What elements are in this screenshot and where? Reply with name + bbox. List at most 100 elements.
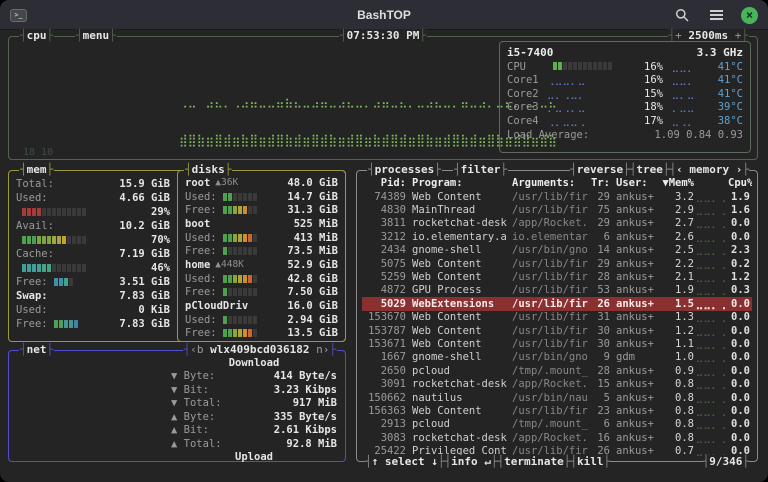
core-usage-graph bbox=[547, 61, 631, 73]
process-row[interactable]: 3811 rocketchat-desk/app/Rocket. 29 ankus+ 2… bbox=[362, 217, 752, 230]
process-row[interactable]: 5259 Web Content/usr/lib/fir 28 ankus+ 2.1 ⣀⣀… bbox=[362, 270, 752, 283]
stat-label: Total: bbox=[16, 178, 54, 190]
meter-block bbox=[242, 247, 247, 256]
stat-line: Used: 413 MiB bbox=[183, 231, 340, 245]
terminal-prompt-glyph: >_ bbox=[14, 10, 23, 19]
search-icon[interactable] bbox=[673, 6, 691, 24]
process-row[interactable]: 4830 MainThread/usr/lib/fir 75 ankus+ 2.9 ⣀⣀⡀… bbox=[362, 203, 752, 216]
process-row[interactable]: 4872 GPU Process/usr/lib/fir 53 ankus+ 1.9 ⣀⣀… bbox=[362, 284, 752, 297]
cell-mem: 1.3 bbox=[675, 311, 694, 324]
cell-mem: 0.8 bbox=[675, 391, 694, 404]
cell-mem: 2.2 bbox=[675, 257, 694, 270]
cell-cpu: 0.0 bbox=[731, 431, 750, 444]
process-row[interactable]: 1667 gnome-shell/usr/bin/gno 9 gdm 1.0 ⣀⣀⡀⢀ 0.… bbox=[362, 351, 752, 364]
process-row[interactable]: 5029 WebExtensions/usr/lib/fir 26 ankus+ 1.5… bbox=[362, 297, 752, 311]
meter-block bbox=[242, 288, 247, 297]
process-row[interactable]: 5075 Web Content/usr/lib/fir 29 ankus+ 2.2 ⣀⣀… bbox=[362, 257, 752, 270]
menu-icon[interactable] bbox=[707, 6, 725, 24]
cell-pid: 2650 bbox=[380, 364, 406, 377]
meter-block bbox=[237, 274, 242, 283]
process-row[interactable]: 2913 pcloud/tmp/.mount_ 6 ankus+ 0.8 ⣀⣀⡀⢀ 0.0 bbox=[362, 418, 752, 431]
meter-block bbox=[68, 320, 73, 328]
stat-line: root ▲36K 48.0 GiB bbox=[183, 176, 340, 190]
cpu-stat-row: Core4 ⢀⡀⣀⣀⢀ 17% ⣀⢀⡀ 38°C bbox=[507, 114, 743, 128]
net-prev-interface-button[interactable]: ‹b bbox=[190, 343, 203, 357]
process-row[interactable]: 153670 Web Content/usr/lib/fir 31 ankus+ 1.3… bbox=[362, 311, 752, 324]
stat-line: Used: 42.8 GiB bbox=[183, 272, 340, 286]
cell-pid: 5029 bbox=[380, 297, 406, 310]
meter-block bbox=[67, 236, 71, 244]
filter-button[interactable]: ┤ filter ├ bbox=[453, 163, 508, 177]
cell-args: /usr/bin/nau bbox=[512, 391, 588, 404]
meter-block bbox=[553, 61, 557, 70]
stat-value: 7.83 GiB bbox=[119, 290, 170, 302]
menu-button[interactable]: ┤ menu ├ bbox=[75, 29, 117, 43]
sort-prev-button[interactable]: ‹ bbox=[676, 163, 683, 176]
select-control[interactable]: ┤↑ select ↓├ bbox=[365, 455, 444, 469]
process-row[interactable]: 2650 pcloud/tmp/.mount_ 28 ankus+ 0.9 ⣀⣀⡀⢀ 0.0 bbox=[362, 364, 752, 377]
header-threads: Tr: bbox=[591, 177, 610, 189]
cell-user: ankus+ bbox=[616, 217, 654, 230]
info-button[interactable]: ┤info ↵├ bbox=[444, 455, 497, 469]
process-row[interactable]: 2434 gnome-shell/usr/bin/gno 14 ankus+ 2.5 ⣀⣀… bbox=[362, 244, 752, 257]
process-row[interactable]: 153787 Web Content/usr/lib/fir 30 ankus+ 1.2… bbox=[362, 324, 752, 337]
cell-mem: 0.8 bbox=[675, 418, 694, 431]
sort-field-selector[interactable]: ┤‹ memory ›├ bbox=[670, 163, 750, 177]
cell-cpu: 0.0 bbox=[731, 378, 750, 391]
process-row[interactable]: 3083 rocketchat-desk/app/Rocket. 16 ankus+ 0… bbox=[362, 431, 752, 444]
process-row[interactable]: 156363 Web Content/usr/lib/fir 23 ankus+ 0.8… bbox=[362, 404, 752, 417]
meter-block bbox=[222, 274, 227, 283]
cell-pid: 3091 bbox=[380, 378, 406, 391]
tree-view-button[interactable]: ┤tree├ bbox=[630, 163, 670, 177]
stat-line: 70% bbox=[14, 233, 172, 247]
meter-block bbox=[232, 329, 237, 338]
meter-block bbox=[227, 192, 232, 201]
net-next-interface-button[interactable]: n› bbox=[316, 343, 329, 357]
terminate-button[interactable]: ┤terminate├ bbox=[497, 455, 570, 469]
cpu-mini-graph: ⣀⣀⡀⢀ bbox=[695, 404, 727, 417]
core-temp-graph: ⡀⣀⣀ bbox=[671, 101, 695, 114]
cell-user: ankus+ bbox=[616, 204, 654, 217]
meter-block bbox=[58, 278, 63, 286]
meter-block bbox=[22, 236, 26, 244]
cpu-mini-graph: ⣀⣀⡀⢀ bbox=[695, 337, 727, 350]
stat-value: 73.5 MiB bbox=[287, 245, 338, 258]
cell-tr: 28 bbox=[597, 364, 610, 377]
meter-block bbox=[232, 288, 237, 297]
cell-mem: 1.5 bbox=[675, 297, 694, 310]
meter-block bbox=[27, 236, 31, 244]
process-row[interactable]: 3091 rocketchat-desk/app/Rocket. 15 ankus+ 0… bbox=[362, 377, 752, 390]
stat-label: Free: bbox=[185, 245, 217, 258]
cell-mem: 0.9 bbox=[675, 364, 694, 377]
stat-label: Used: bbox=[16, 192, 48, 204]
stat-value: 13.5 GiB bbox=[287, 327, 338, 340]
meter-block bbox=[227, 274, 232, 283]
cpu-frequency: 3.3 GHz bbox=[696, 46, 743, 59]
meter-block bbox=[583, 61, 587, 70]
core-temp-graph: ⣀⣀⡀ bbox=[671, 74, 695, 87]
core-temperature: 39°C bbox=[717, 101, 743, 114]
kill-button[interactable]: ┤kill├ bbox=[570, 455, 610, 469]
process-row[interactable]: 74389 Web Content/usr/lib/fir 29 ankus+ 3.2 ⣀… bbox=[362, 190, 752, 203]
processes-box-title: ┤ processes ├ bbox=[367, 163, 442, 177]
process-row[interactable]: 153671 Web Content/usr/lib/fir 30 ankus+ 1.1… bbox=[362, 337, 752, 350]
meter-block bbox=[227, 288, 232, 297]
cell-tr: 30 bbox=[597, 324, 610, 337]
meter-block bbox=[222, 206, 227, 215]
cell-args: /app/Rocket. bbox=[512, 217, 588, 230]
process-row[interactable]: 3212 io.elementary.a io.elementar 6 ankus+ 2.… bbox=[362, 230, 752, 243]
stat-label: Free: bbox=[16, 276, 48, 288]
close-button[interactable]: × bbox=[741, 6, 758, 24]
titlebar[interactable]: >_ BashTOP × bbox=[0, 0, 768, 30]
net-interface-selector[interactable]: ┤ ‹b wlx409bcd036182 n› ├ bbox=[182, 343, 337, 357]
meter-block bbox=[53, 278, 58, 286]
cpu-mini-graph: ⣀⣀⡀⢀ bbox=[695, 230, 727, 243]
meter-block bbox=[252, 288, 257, 297]
cell-prog: Web Content bbox=[412, 324, 482, 337]
meter-block bbox=[237, 315, 242, 324]
cpu-stat-row: Core1 ⢀⣀⣀⡀⣀ 16% ⣀⣀⡀ 41°C bbox=[507, 74, 743, 88]
process-row[interactable]: 150662 nautilus/usr/bin/nau 5 ankus+ 0.8 ⣀⣀⡀⢀… bbox=[362, 391, 752, 404]
meter-block bbox=[247, 288, 252, 297]
reverse-sort-button[interactable]: ┤reverse├ bbox=[570, 163, 630, 177]
disk-io-indicator: ▲36K bbox=[215, 177, 239, 189]
